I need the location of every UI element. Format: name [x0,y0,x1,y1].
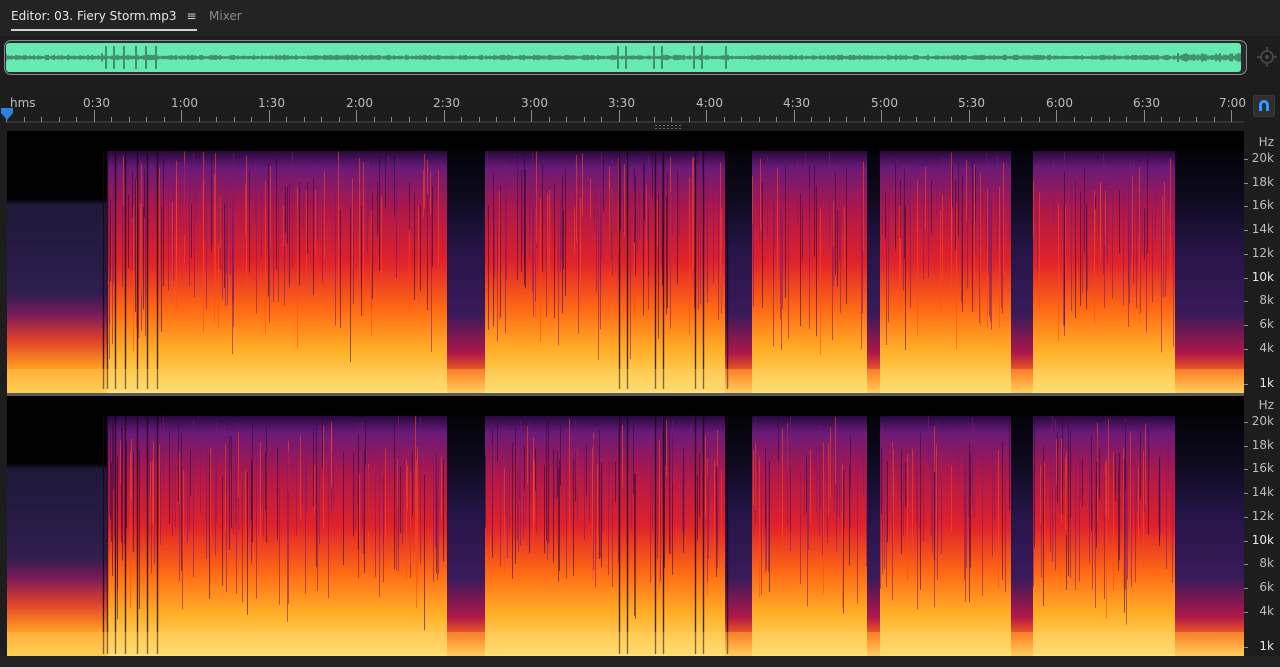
hz-tick [1244,422,1248,423]
tab-editor-label: Editor: 03. Fiery Storm.mp3 [11,9,177,23]
hz-unit-label: Hz [1258,135,1274,149]
hz-label: 10k [1251,270,1274,284]
hz-label: 12k [1251,509,1274,523]
playhead-icon[interactable] [0,107,14,121]
hz-tick [1244,254,1248,255]
hz-label: 6k [1259,580,1274,594]
hz-tick [1244,469,1248,470]
frequency-scale-bottom[interactable]: Hz 20k 18k 16k 14k 12k 10k 8k 6k 4k 1k [1244,396,1280,656]
hz-tick [1244,301,1248,302]
hz-label: 8k [1259,293,1274,307]
hz-label: 14k [1251,222,1274,236]
time-mark: 6:00 [1046,96,1073,110]
hz-label: 20k [1251,151,1274,165]
zoom-navigator-icon[interactable] [1256,46,1278,68]
hz-label: 4k [1259,604,1274,618]
hz-tick [1244,183,1248,184]
time-mark: 1:00 [171,96,198,110]
hz-label: 10k [1251,533,1274,547]
time-mark: 7:00 [1219,96,1246,110]
tab-menu-icon[interactable]: ≡ [187,9,197,23]
hz-tick [1244,384,1248,385]
hz-tick [1244,278,1248,279]
hz-unit-label: Hz [1258,398,1274,412]
tab-mixer[interactable]: Mixer [209,9,242,23]
editor-tab-bar: Editor: 03. Fiery Storm.mp3 ≡ Mixer [0,0,1280,36]
time-mark: 5:00 [871,96,898,110]
tab-editor[interactable]: Editor: 03. Fiery Storm.mp3 ≡ [11,9,197,31]
hz-label: 12k [1251,246,1274,260]
hz-tick [1244,647,1248,648]
hz-tick [1244,493,1248,494]
frequency-scale-top[interactable]: Hz 20k 18k 16k 14k 12k 10k 8k 6k 4k 1k [1244,131,1280,393]
magnet-snap-icon [1259,100,1269,111]
time-mark: 2:00 [346,96,373,110]
time-mark: 5:30 [958,96,985,110]
hz-label: 20k [1251,414,1274,428]
time-mark: 4:00 [696,96,723,110]
hz-label: 16k [1251,461,1274,475]
hz-label: 1k [1259,639,1274,653]
time-mark: 3:30 [608,96,635,110]
hz-tick [1244,541,1248,542]
overview-waveform[interactable] [6,43,1241,72]
hz-tick [1244,325,1248,326]
channel-divider[interactable] [7,393,1244,396]
snap-button[interactable] [1253,95,1275,117]
hz-label: 14k [1251,485,1274,499]
time-ruler[interactable]: hms 0:30 1:00 1:30 2:00 2:30 3:00 3:30 4… [6,93,1246,123]
time-mark: 1:30 [258,96,285,110]
hz-tick [1244,564,1248,565]
hz-label: 1k [1259,376,1274,390]
hz-tick [1244,159,1248,160]
hz-tick [1244,446,1248,447]
hz-tick [1244,588,1248,589]
hz-label: 4k [1259,341,1274,355]
time-mark: 6:30 [1133,96,1160,110]
bottom-status-strip [0,656,1280,667]
hz-tick [1244,517,1248,518]
hz-label: 16k [1251,198,1274,212]
hz-tick [1244,206,1248,207]
hz-label: 8k [1259,556,1274,570]
hz-label: 6k [1259,317,1274,331]
time-mark: 2:30 [433,96,460,110]
hz-label: 18k [1251,438,1274,452]
hz-tick [1244,349,1248,350]
hz-label: 18k [1251,175,1274,189]
time-mark: 4:30 [783,96,810,110]
hz-tick [1244,612,1248,613]
spectral-display[interactable] [7,131,1244,656]
hz-tick [1244,230,1248,231]
panel-split-grip[interactable] [654,124,682,130]
time-mark: 3:00 [521,96,548,110]
time-mark: 0:30 [83,96,110,110]
